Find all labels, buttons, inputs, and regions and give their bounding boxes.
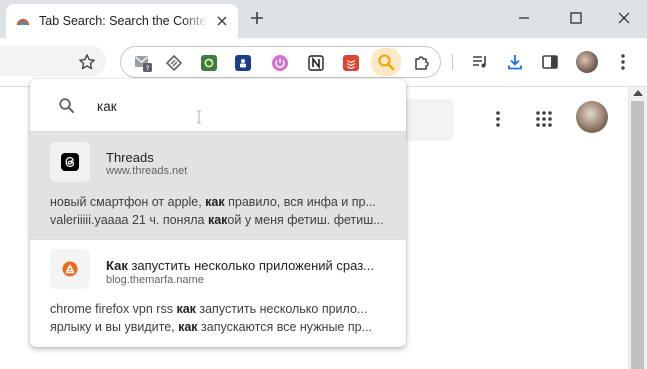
- result-snippet: valeriiiii.yaaaa 21 ч. поняла какой у ме…: [50, 213, 384, 227]
- maximize-icon[interactable]: [564, 6, 588, 30]
- side-panel-icon[interactable]: [538, 50, 562, 74]
- tab-active[interactable]: Tab Search: Search the Content: [6, 4, 238, 38]
- tab-title: Tab Search: Search the Content: [39, 14, 208, 28]
- result-item[interactable]: Threads www.threads.net новый смартфон о…: [30, 132, 406, 239]
- tab-strip: Tab Search: Search the Content: [0, 0, 647, 38]
- browser-menu-icon[interactable]: [611, 50, 635, 74]
- scroll-up-arrow-icon[interactable]: [633, 90, 643, 96]
- mail-checker-extension-icon[interactable]: ?: [131, 51, 155, 75]
- media-queue-icon[interactable]: [468, 50, 492, 74]
- minimize-icon[interactable]: [512, 6, 536, 30]
- page-scrollbar[interactable]: [628, 87, 647, 369]
- svg-text:?: ?: [146, 65, 150, 73]
- result-favicon: [50, 249, 90, 289]
- tab-search-extension-icon[interactable]: [371, 48, 401, 76]
- power-extension-icon[interactable]: [268, 51, 292, 75]
- result-snippet: новый смартфон от apple, как правило, вс…: [50, 195, 376, 209]
- threads-logo-icon: [61, 153, 79, 171]
- result-snippet: ярлыку и вы увидите, как запускаются все…: [50, 320, 373, 334]
- bookmark-star-icon[interactable]: [76, 51, 98, 73]
- result-favicon: [50, 142, 90, 182]
- new-tab-button[interactable]: [247, 8, 267, 28]
- tab-search-popup: Threads www.threads.net новый смартфон о…: [30, 79, 406, 347]
- result-url: www.threads.net: [106, 165, 188, 177]
- tab-search-favicon-icon: [17, 19, 29, 26]
- page-profile-avatar[interactable]: [576, 101, 608, 133]
- todoist-extension-icon[interactable]: [339, 51, 363, 75]
- toolbar-divider: [452, 54, 453, 70]
- extensions-puzzle-icon[interactable]: [410, 51, 434, 75]
- search-input[interactable]: [97, 95, 377, 117]
- result-snippet: chrome firefox vpn rss как запустить нес…: [50, 302, 368, 316]
- search-icon: [59, 98, 74, 113]
- extensions-group: ?: [120, 46, 441, 78]
- result-title: Как запустить несколько приложений сраз.…: [106, 258, 375, 273]
- popup-search-row: [30, 79, 406, 132]
- result-title: Threads: [106, 150, 154, 165]
- page-more-options-icon[interactable]: [486, 107, 510, 131]
- notion-extension-icon[interactable]: [304, 51, 328, 75]
- tab-close-icon[interactable]: [214, 13, 230, 29]
- result-url: blog.themarfa.name: [106, 274, 204, 286]
- security-extension-icon[interactable]: [231, 51, 255, 75]
- text-cursor-icon: [197, 110, 201, 124]
- close-window-icon[interactable]: [612, 6, 636, 30]
- marfa-logo-icon: [62, 261, 78, 277]
- download-icon[interactable]: [503, 50, 527, 74]
- scroll-thumb[interactable]: [631, 101, 644, 369]
- profile-avatar[interactable]: [576, 51, 598, 73]
- refresh-extension-icon[interactable]: [197, 51, 221, 75]
- result-item[interactable]: Как запустить несколько приложений сраз.…: [30, 240, 406, 347]
- tag-extension-icon[interactable]: [162, 51, 186, 75]
- apps-grid-icon[interactable]: [532, 107, 556, 131]
